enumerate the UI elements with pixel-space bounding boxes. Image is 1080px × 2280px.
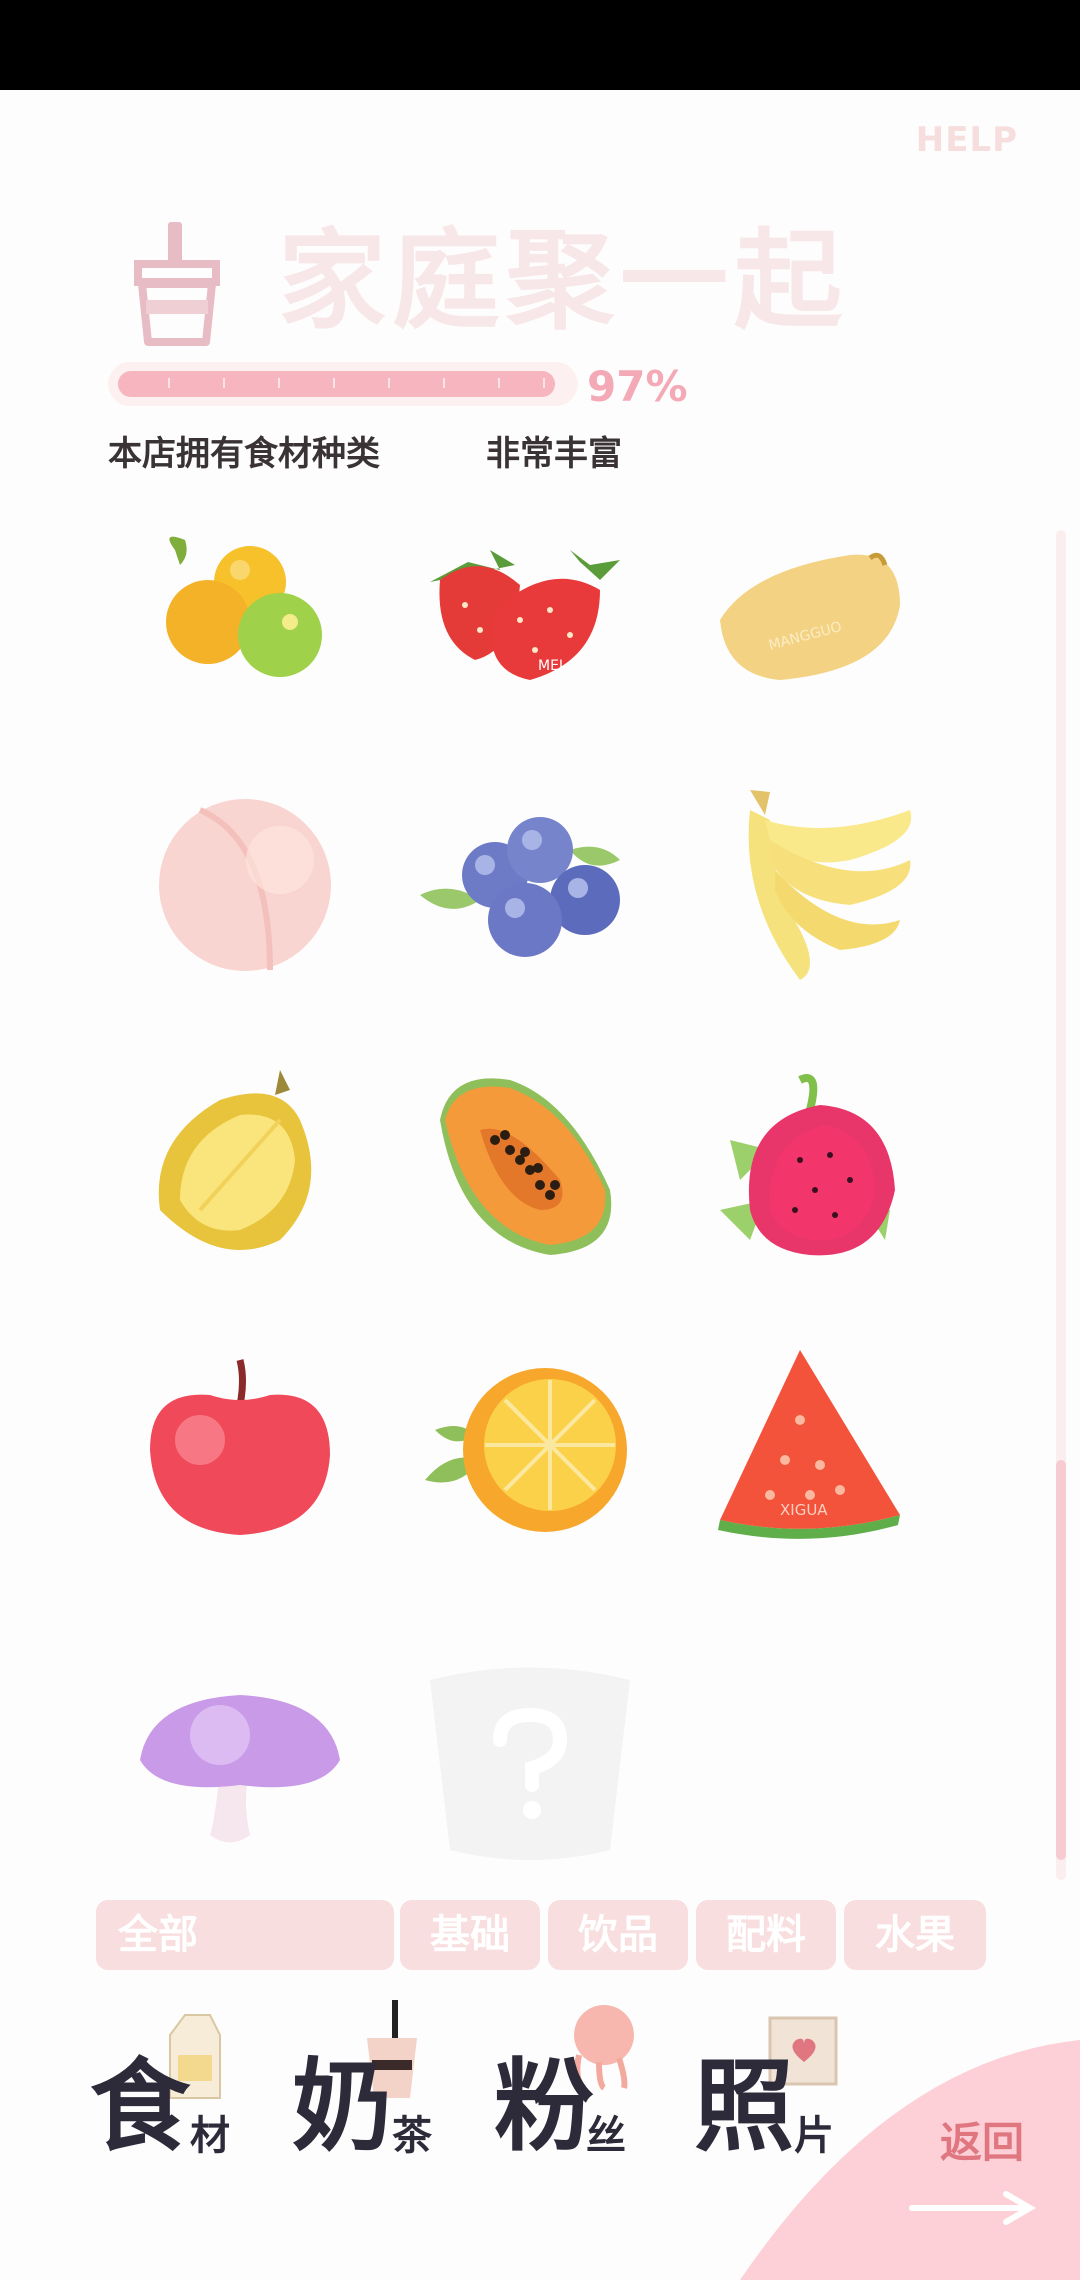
tab-toppings[interactable]: 配料: [696, 1900, 836, 1970]
progress-percent: 97%: [587, 362, 688, 411]
back-button[interactable]: 返回: [940, 2109, 1024, 2170]
watermelon-text: XIGUA: [780, 1501, 828, 1519]
nav-ingredients-small: 材: [190, 2113, 230, 2159]
arrow-right-icon[interactable]: [908, 2188, 1038, 2228]
page-title: 家庭聚一起: [278, 219, 849, 344]
help-button[interactable]: HELP: [916, 120, 1018, 160]
orange-icon: [425, 1368, 627, 1532]
ingredient-strawberry[interactable]: MEI: [420, 510, 640, 720]
nav-milk-tea-small: 茶: [392, 2113, 432, 2159]
ingredient-citrus[interactable]: [130, 510, 350, 720]
ingredient-orange[interactable]: [420, 1340, 640, 1550]
tab-drinks[interactable]: 饮品: [548, 1900, 688, 1970]
ingredient-apple[interactable]: [130, 1340, 350, 1550]
nav-milk-tea[interactable]: 奶 茶: [292, 2000, 472, 2170]
ingredient-grid: MEI MANGGUO XIGUA: [130, 510, 930, 1870]
nav-fans[interactable]: 粉 丝: [494, 2000, 674, 2170]
dragon-fruit-icon: [720, 1074, 895, 1256]
nav-fans-small: 丝: [586, 2113, 626, 2159]
ingredient-mango[interactable]: MANGGUO: [710, 510, 930, 720]
status-bar: [0, 0, 1080, 90]
peach-icon: [159, 799, 331, 971]
nav-ingredients-big: 食: [90, 2047, 190, 2165]
ingredient-variety-value: 非常丰富: [486, 434, 622, 474]
ingredient-locked[interactable]: [420, 1660, 640, 1870]
blueberry-icon: [420, 817, 620, 957]
ingredient-blueberry[interactable]: [420, 780, 640, 990]
question-cup-icon: [430, 1667, 630, 1860]
tab-basic[interactable]: 基础: [400, 1900, 540, 1970]
ingredient-papaya[interactable]: [420, 1060, 640, 1270]
nav-ingredients[interactable]: 食 材: [90, 2000, 270, 2170]
ingredient-watermelon[interactable]: XIGUA: [710, 1340, 930, 1550]
tab-fruit[interactable]: 水果: [844, 1900, 986, 1970]
ingredient-variety-label: 本店拥有食材种类: [108, 434, 380, 474]
strawberry-text: MEI: [538, 658, 563, 674]
nav-milk-tea-big: 奶: [292, 2047, 392, 2165]
progress-bar: [108, 362, 578, 406]
watermelon-icon: XIGUA: [718, 1350, 900, 1539]
back-corner-shape: [740, 2040, 1080, 2280]
apple-icon: [150, 1359, 330, 1535]
durian-icon: [158, 1070, 312, 1250]
scrollbar[interactable]: [1056, 530, 1066, 1880]
ingredient-banana[interactable]: [710, 780, 930, 990]
ingredient-durian[interactable]: [130, 1060, 350, 1270]
nav-fans-big: 粉: [494, 2047, 594, 2165]
papaya-icon: [440, 1078, 612, 1255]
ingredient-dragon-fruit[interactable]: [710, 1060, 930, 1270]
citrus-icon: [166, 536, 322, 677]
scrollbar-thumb[interactable]: [1056, 1460, 1066, 1860]
banana-icon: [748, 790, 912, 980]
ingredient-taro[interactable]: [130, 1660, 350, 1870]
taro-icon: [140, 1695, 340, 1843]
strawberry-icon: MEI: [430, 550, 620, 680]
cup-icon: [134, 222, 220, 346]
ingredient-peach[interactable]: [130, 780, 350, 990]
mango-icon: MANGGUO: [720, 552, 900, 680]
progress-ticks: [118, 371, 568, 397]
tab-all[interactable]: 全部: [96, 1900, 394, 1970]
